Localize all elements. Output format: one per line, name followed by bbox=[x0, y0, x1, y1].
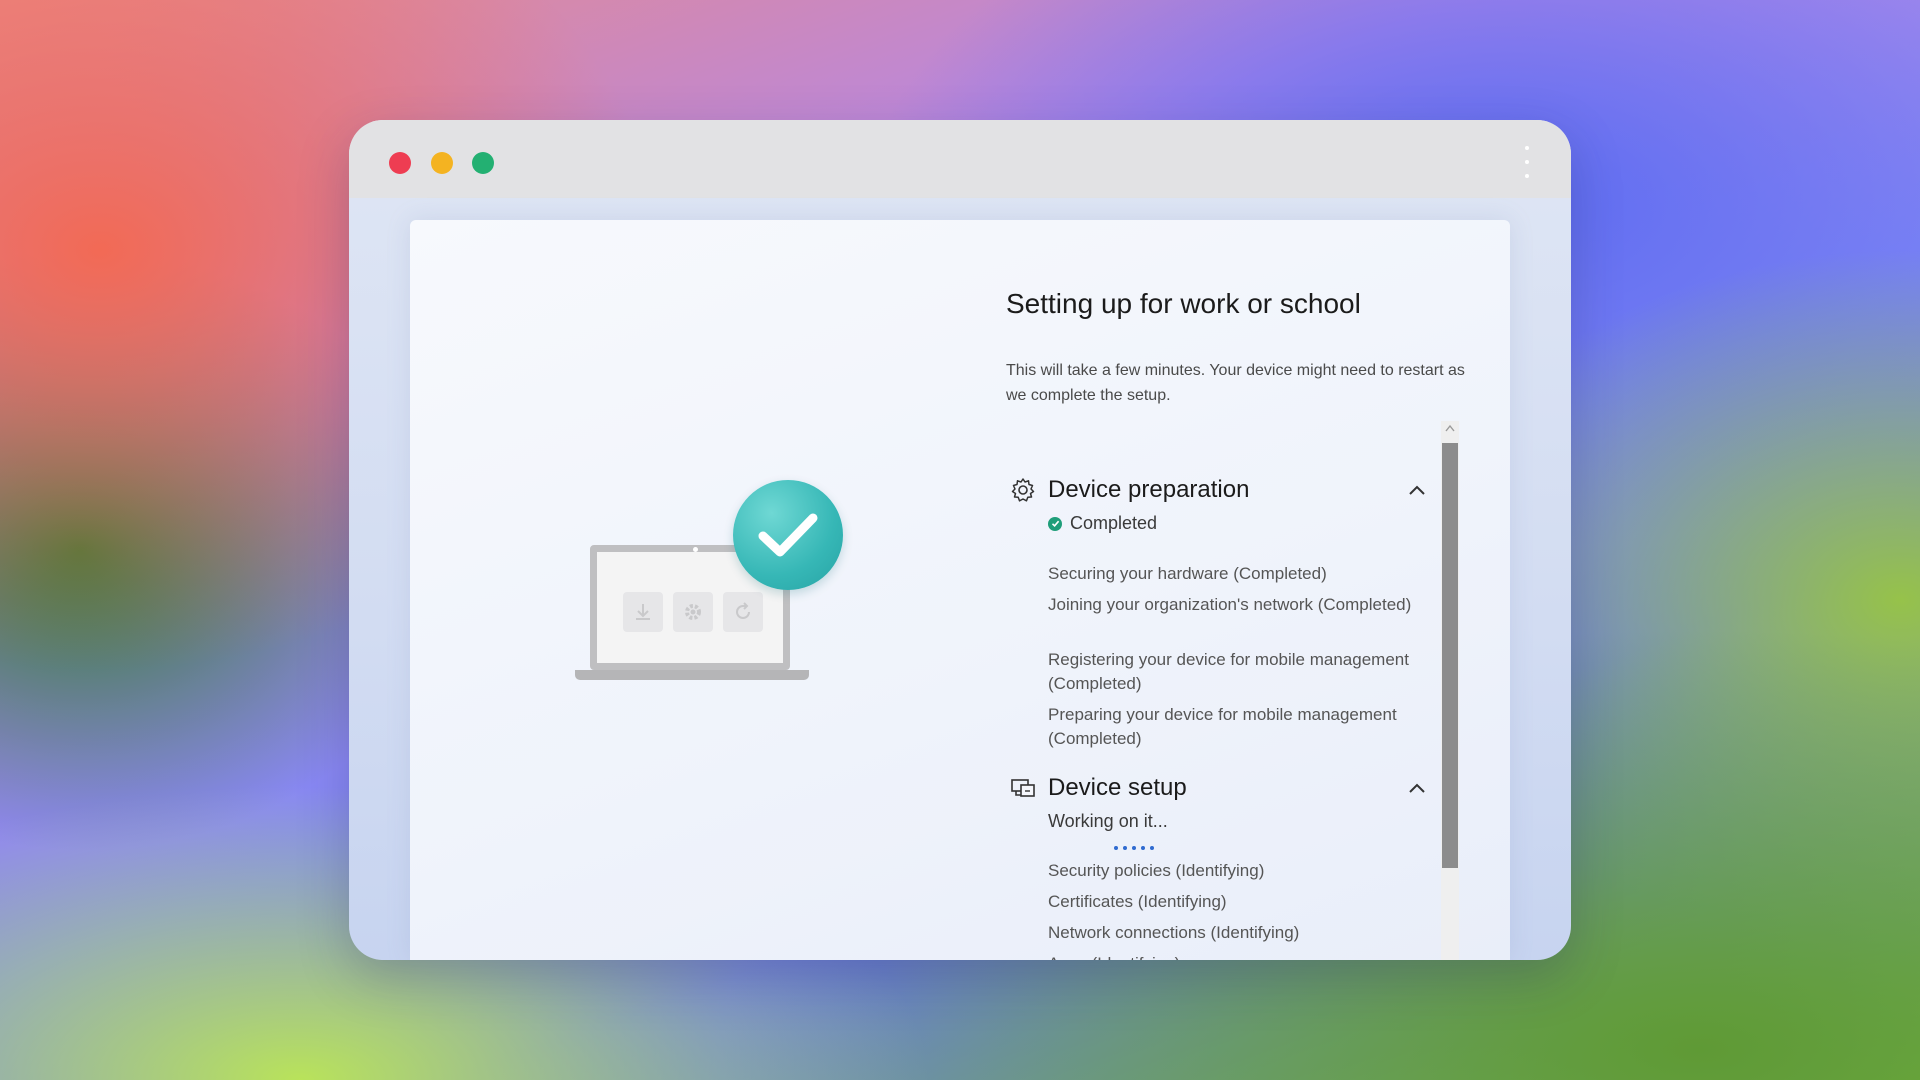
progress-indicator bbox=[1114, 846, 1159, 850]
section-device-setup[interactable]: Device setup bbox=[1010, 774, 1187, 802]
chevron-up-icon[interactable] bbox=[1408, 484, 1426, 496]
gear-icon bbox=[673, 592, 713, 632]
completed-check-icon bbox=[1048, 516, 1062, 531]
list-item: Certificates (Identifying) bbox=[1048, 892, 1227, 911]
gear-icon bbox=[1011, 478, 1035, 502]
refresh-icon bbox=[723, 592, 763, 632]
scrollbar[interactable] bbox=[1441, 421, 1459, 960]
section-title: Device preparation bbox=[1048, 476, 1250, 503]
list-item: Registering your device for mobile manag… bbox=[1048, 650, 1409, 693]
list-item: Securing your hardware (Completed) bbox=[1048, 564, 1327, 583]
app-window: Setting up for work or school This will … bbox=[349, 120, 1571, 960]
close-button[interactable] bbox=[389, 152, 411, 174]
minimize-button[interactable] bbox=[431, 152, 453, 174]
scroll-up-arrow-icon[interactable] bbox=[1444, 423, 1456, 433]
chevron-up-icon[interactable] bbox=[1408, 782, 1426, 794]
more-vertical-icon[interactable] bbox=[1523, 142, 1531, 184]
page-subtitle: This will take a few minutes. Your devic… bbox=[1006, 362, 1465, 404]
status-working: Working on it... bbox=[1048, 811, 1168, 832]
status-text: Working on it... bbox=[1048, 811, 1168, 831]
list-item: Preparing your device for mobile managem… bbox=[1048, 705, 1397, 748]
download-icon bbox=[623, 592, 663, 632]
checkmark-icon bbox=[733, 480, 843, 590]
laptop-base bbox=[575, 670, 809, 680]
setup-illustration bbox=[560, 480, 843, 700]
list-item: Joining your organization's network (Com… bbox=[1048, 595, 1412, 614]
section-title: Device setup bbox=[1048, 774, 1187, 801]
setup-panel: Setting up for work or school This will … bbox=[410, 220, 1510, 960]
scrollbar-thumb[interactable] bbox=[1442, 443, 1458, 868]
maximize-button[interactable] bbox=[472, 152, 494, 174]
page-title: Setting up for work or school bbox=[1006, 288, 1361, 319]
section-device-preparation[interactable]: Device preparation bbox=[1010, 476, 1249, 504]
list-item: Apps (Identifying) bbox=[1048, 952, 1438, 960]
list-item: Security policies (Identifying) bbox=[1048, 861, 1265, 880]
setup-steps-list: Device preparation Completed Securing yo… bbox=[1006, 448, 1436, 960]
status-completed: Completed bbox=[1048, 513, 1157, 534]
status-text: Completed bbox=[1070, 513, 1158, 533]
device-setup-icon bbox=[1011, 779, 1035, 797]
title-bar bbox=[349, 120, 1571, 198]
list-item: Network connections (Identifying) bbox=[1048, 923, 1300, 942]
